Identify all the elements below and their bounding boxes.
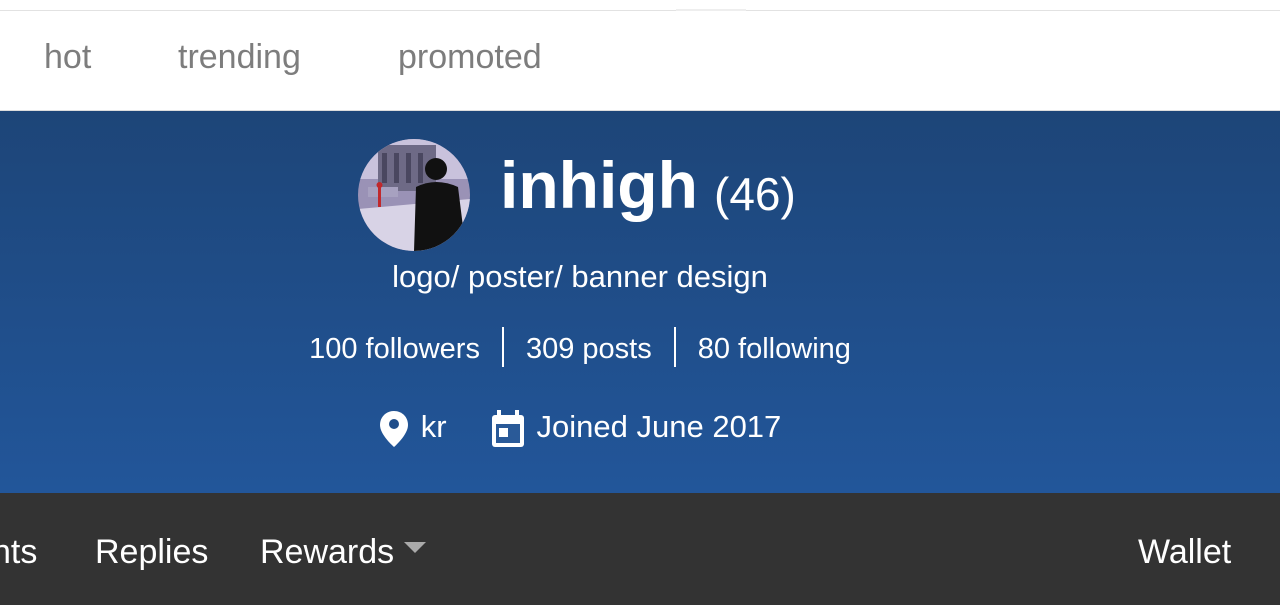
tab-replies[interactable]: Replies [95, 533, 208, 572]
tab-rewards-label: Rewards [260, 533, 395, 571]
following-count[interactable]: 80 following [676, 333, 873, 365]
profile-header: inhigh (46) logo/ poster/ banner design … [0, 111, 1280, 493]
profile-meta: kr Joined June 2017 [0, 409, 1160, 448]
profile-tabs: nts Replies Rewards Wallet [0, 493, 1280, 605]
nav-trending[interactable]: trending [178, 38, 301, 77]
avatar-photo [358, 139, 470, 251]
nav-promoted[interactable]: promoted [398, 38, 542, 77]
tab-rewards[interactable]: Rewards [260, 533, 427, 572]
posts-count[interactable]: 309 posts [504, 333, 674, 365]
location-pin-icon [379, 411, 408, 448]
joined-item: Joined June 2017 [491, 409, 782, 448]
top-border [0, 0, 1280, 11]
location-text: kr [420, 409, 447, 445]
calendar-icon [491, 410, 524, 448]
location-item: kr [379, 409, 447, 448]
reputation-score: (46) [714, 168, 796, 220]
profile-tagline: logo/ poster/ banner design [392, 259, 768, 294]
caret-down-icon [404, 541, 427, 553]
username[interactable]: inhigh [500, 147, 698, 223]
avatar[interactable] [358, 139, 470, 251]
profile-stats: 100 followers 309 posts 80 following [0, 327, 1160, 368]
joined-date: Joined June 2017 [536, 409, 782, 445]
tab-comments[interactable]: nts [0, 533, 37, 572]
top-nav: hot trending promoted [0, 11, 1280, 111]
followers-count[interactable]: 100 followers [287, 333, 502, 365]
nav-hot[interactable]: hot [44, 38, 91, 77]
tab-wallet[interactable]: Wallet [1138, 533, 1231, 572]
